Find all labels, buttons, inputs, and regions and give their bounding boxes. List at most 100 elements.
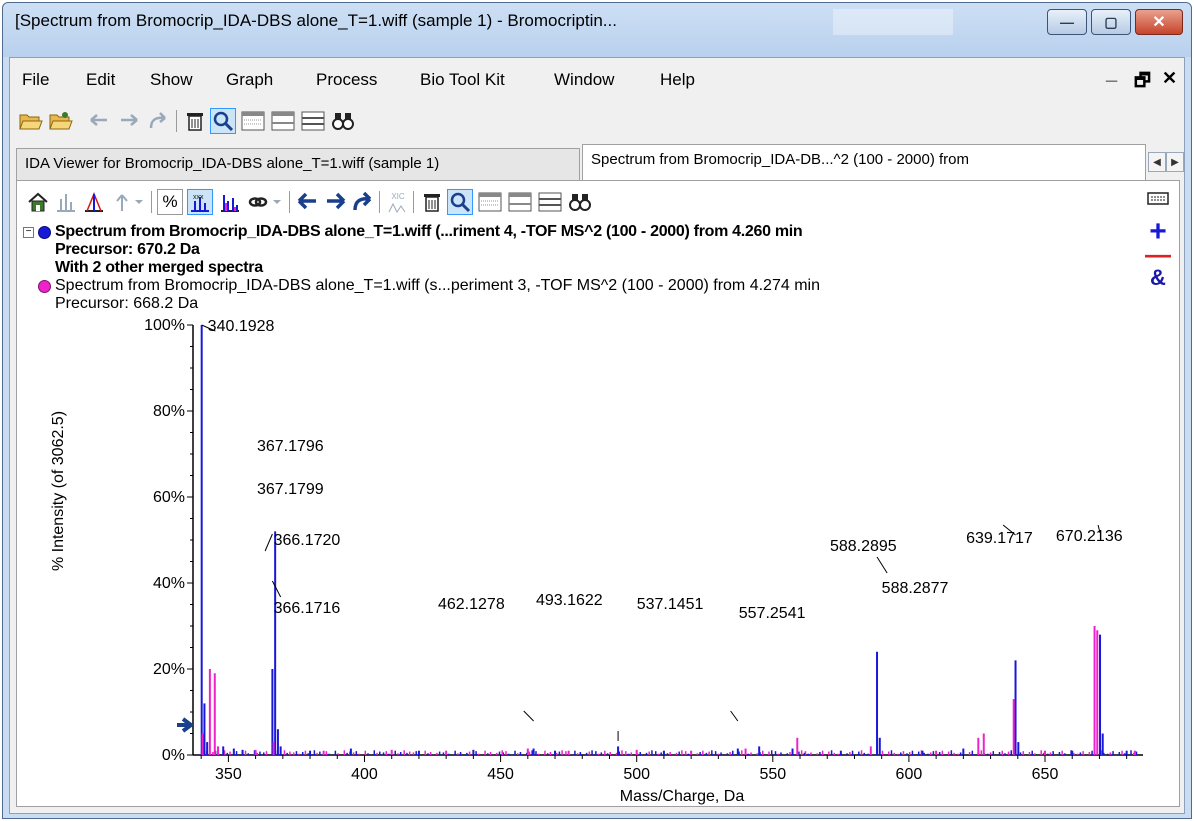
x-tick-label: 500 xyxy=(623,766,650,783)
pane-layout-1-icon[interactable] xyxy=(240,108,266,134)
x-tick-label: 550 xyxy=(759,766,786,783)
peak-label: 588.2895 xyxy=(830,538,897,555)
x-tick-label: 450 xyxy=(487,766,514,783)
dropdown-arrow-icon[interactable] xyxy=(269,189,285,215)
trash-icon[interactable] xyxy=(182,108,208,134)
peak-label: 340.1928 xyxy=(208,318,275,335)
mdi-close-button[interactable]: ✕ xyxy=(1162,68,1177,89)
tab-ida-viewer[interactable]: IDA Viewer for Bromocrip_IDA-DBS alone_T… xyxy=(16,148,580,180)
label-leader-line xyxy=(264,533,273,552)
spectrum-pane: % xxx XIC + — & − Spectrum from Bromocri… xyxy=(16,180,1180,807)
link-icon[interactable] xyxy=(245,189,271,215)
collapse-icon[interactable]: − xyxy=(23,227,34,238)
menu-window[interactable]: Window xyxy=(554,70,614,90)
menu-graph[interactable]: Graph xyxy=(226,70,273,90)
y-tick-label: 20% xyxy=(153,661,185,678)
dropdown-arrow-icon[interactable] xyxy=(131,189,147,215)
peak-label: 493.1622 xyxy=(536,592,603,609)
toolbar-separator xyxy=(289,191,290,213)
svg-text:xxx: xxx xyxy=(193,194,204,201)
title-glass xyxy=(833,9,953,35)
application-window: [Spectrum from Bromocrip_IDA-DBS alone_T… xyxy=(2,2,1192,819)
spectrum-toolbar: % xxx XIC xyxy=(17,181,1179,221)
zoom-magnifier-icon[interactable] xyxy=(447,189,473,215)
pane-layout-2-icon[interactable] xyxy=(270,108,296,134)
trash-icon[interactable] xyxy=(419,189,445,215)
y-tick-label: 100% xyxy=(144,317,185,334)
close-button[interactable]: ✕ xyxy=(1135,9,1183,35)
peak-label: 462.1278 xyxy=(438,596,505,613)
minimize-button[interactable]: — xyxy=(1047,9,1087,35)
open-folder-alt-icon[interactable] xyxy=(48,108,74,134)
toolbar-separator xyxy=(151,191,152,213)
secondary-series-dot xyxy=(38,280,51,293)
pane-layout-3-icon[interactable] xyxy=(537,189,563,215)
redo-arrow-icon[interactable] xyxy=(146,108,172,134)
menu-bio-tool-kit[interactable]: Bio Tool Kit xyxy=(420,70,505,90)
home-icon[interactable] xyxy=(25,189,51,215)
maximize-button[interactable]: ▢ xyxy=(1091,9,1131,35)
document-tabs: IDA Viewer for Bromocrip_IDA-DBS alone_T… xyxy=(10,144,1184,181)
peak-label: 366.1720 xyxy=(274,532,341,549)
y-tick-label: 80% xyxy=(153,403,185,420)
xic-label-peaks-icon[interactable]: xxx xyxy=(187,189,213,215)
pane-layout-2-icon[interactable] xyxy=(507,189,533,215)
title-bar[interactable]: [Spectrum from Bromocrip_IDA-DBS alone_T… xyxy=(3,3,1191,57)
percent-scale-button[interactable]: % xyxy=(157,189,183,215)
back-arrow-icon[interactable] xyxy=(86,108,112,134)
y-tick-label: 40% xyxy=(153,575,185,592)
previous-experiment-icon[interactable] xyxy=(295,189,321,215)
binoculars-icon[interactable] xyxy=(567,189,593,215)
peak-label: 366.1716 xyxy=(274,600,341,617)
keyboard-icon[interactable] xyxy=(1143,187,1173,213)
and-operation-button[interactable]: & xyxy=(1143,265,1173,291)
secondary-spectrum-title[interactable]: Spectrum from Bromocrip_IDA-DBS alone_T=… xyxy=(55,277,820,295)
toolbar-separator xyxy=(176,110,177,132)
merged-spectra-note: With 2 other merged spectra xyxy=(55,259,263,276)
menu-process[interactable]: Process xyxy=(316,70,377,90)
maximize-icon: ▢ xyxy=(1104,13,1118,30)
centroid-peaks-icon[interactable] xyxy=(81,189,107,215)
xic-button[interactable]: XIC xyxy=(385,189,411,215)
label-leader-line xyxy=(730,710,739,722)
x-tick-label: 650 xyxy=(1032,766,1059,783)
primary-series-dot xyxy=(38,226,51,239)
xic-label: XIC xyxy=(391,191,405,201)
y-axis-label: % Intensity (of 3062.5) xyxy=(50,411,67,571)
label-leader-line xyxy=(523,710,534,722)
x-tick-label: 350 xyxy=(215,766,242,783)
zoom-magnifier-icon[interactable] xyxy=(210,108,236,134)
pane-layout-3-icon[interactable] xyxy=(300,108,326,134)
mdi-restore-button[interactable]: 🗗 xyxy=(1134,68,1151,98)
label-leader-line xyxy=(876,556,888,574)
toolbar-separator xyxy=(413,191,414,213)
menu-help[interactable]: Help xyxy=(660,70,695,90)
jump-experiment-icon[interactable] xyxy=(351,189,377,215)
precursor-arrow-icon xyxy=(177,717,195,733)
toolbar-separator xyxy=(379,191,380,213)
binoculars-icon[interactable] xyxy=(330,108,356,134)
open-folder-icon[interactable] xyxy=(18,108,44,134)
tab-scroll-right-icon[interactable]: ▶ xyxy=(1166,152,1184,172)
tab-spectrum[interactable]: Spectrum from Bromocrip_IDA-DB...^2 (100… xyxy=(582,144,1146,181)
tab-scroll-left-icon[interactable]: ◀ xyxy=(1148,152,1166,172)
menu-edit[interactable]: Edit xyxy=(86,70,115,90)
minimize-icon: — xyxy=(1060,14,1074,30)
next-experiment-icon[interactable] xyxy=(323,189,349,215)
mdi-minimize-button[interactable]: _ xyxy=(1106,62,1117,85)
window-title: [Spectrum from Bromocrip_IDA-DBS alone_T… xyxy=(15,11,617,30)
x-axis-label: Mass/Charge, Da xyxy=(620,788,745,805)
primary-spectrum-title[interactable]: Spectrum from Bromocrip_IDA-DBS alone_T=… xyxy=(55,223,803,241)
menu-bar: File Edit Show Graph Process Bio Tool Ki… xyxy=(10,58,1184,100)
main-toolbar xyxy=(10,100,1184,140)
mass-spectrum-chart[interactable]: 0% 20% 40% 60% 80% 100% 350 400 450 500 550 600 650 3… xyxy=(17,311,1177,806)
show-peaks-icon[interactable] xyxy=(53,189,79,215)
spectrum-compare-icon[interactable] xyxy=(217,189,243,215)
forward-arrow-icon[interactable] xyxy=(116,108,142,134)
remove-spectrum-button[interactable]: — xyxy=(1143,241,1173,267)
primary-precursor: Precursor: 670.2 Da xyxy=(55,241,200,258)
menu-file[interactable]: File xyxy=(22,70,49,90)
pane-layout-1-icon[interactable] xyxy=(477,189,503,215)
label-leader-line xyxy=(271,580,282,598)
menu-show[interactable]: Show xyxy=(150,70,193,90)
